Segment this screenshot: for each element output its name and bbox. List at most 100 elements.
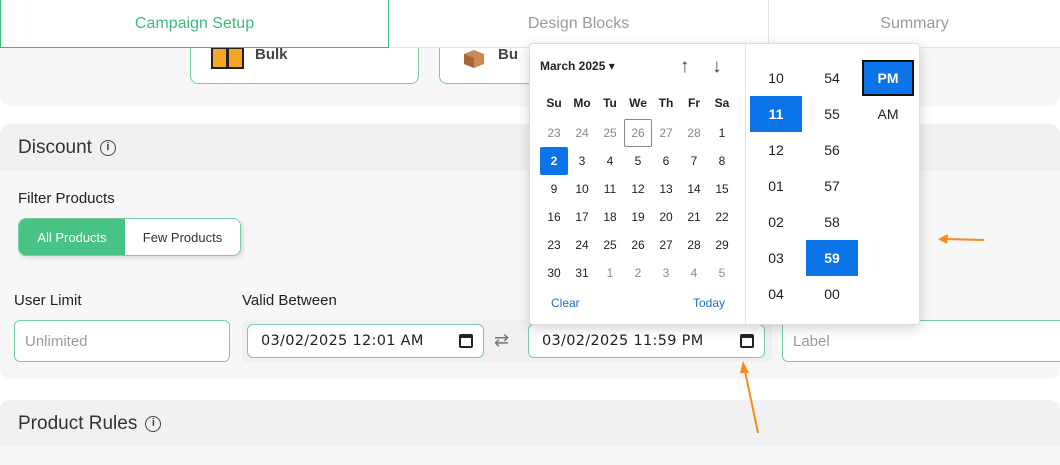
weekday-label: Su	[546, 96, 562, 110]
hour-option[interactable]: 03	[750, 240, 802, 276]
all-products-option[interactable]: All Products	[19, 219, 125, 255]
calendar-day[interactable]: 6	[652, 147, 680, 175]
calendar-day[interactable]: 24	[568, 119, 596, 147]
month-selector[interactable]: March 2025 ▾	[540, 59, 615, 73]
calendar-day[interactable]: 5	[708, 259, 736, 287]
calendar-day[interactable]: 2	[624, 259, 652, 287]
few-products-option[interactable]: Few Products	[125, 219, 240, 255]
calendar-day[interactable]: 1	[708, 119, 736, 147]
label-input[interactable]: Label	[782, 320, 1060, 362]
product-rules-header: Product Rules i	[0, 400, 1060, 447]
calendar-day[interactable]: 1	[596, 259, 624, 287]
arrow-up-icon[interactable]: ↑	[680, 56, 690, 78]
filter-products-toggle: All Products Few Products	[18, 218, 241, 256]
minute-option[interactable]: 54	[806, 60, 858, 96]
calendar-day[interactable]: 26	[624, 119, 652, 147]
user-limit-input[interactable]: Unlimited	[14, 320, 230, 362]
minute-option[interactable]: 57	[806, 168, 858, 204]
calendar-day[interactable]: 11	[596, 175, 624, 203]
package-icon	[464, 50, 484, 68]
calendar-icon[interactable]	[459, 334, 473, 348]
calendar-day[interactable]: 21	[680, 203, 708, 231]
ampm-option[interactable]: AM	[862, 96, 914, 132]
bulk-type-label: Bulk	[255, 46, 288, 63]
calendar-day[interactable]: 20	[652, 203, 680, 231]
calendar-day[interactable]: 26	[624, 231, 652, 259]
weekday-label: Sa	[714, 96, 730, 110]
calendar-day[interactable]: 12	[624, 175, 652, 203]
swap-arrows-icon: ⇄	[494, 330, 510, 350]
calendar-day[interactable]: 15	[708, 175, 736, 203]
product-rules-card: Product Rules i	[0, 400, 1060, 465]
calendar-day[interactable]: 25	[596, 119, 624, 147]
today-button[interactable]: Today	[693, 296, 725, 310]
calendar-day[interactable]: 28	[680, 231, 708, 259]
calendar-day[interactable]: 13	[652, 175, 680, 203]
minute-option[interactable]: 55	[806, 96, 858, 132]
info-icon[interactable]: i	[99, 139, 116, 156]
calendar-day[interactable]: 25	[596, 231, 624, 259]
hour-option[interactable]: 10	[750, 60, 802, 96]
end-datetime-input[interactable]: 03/02/2025 11:59 PM	[528, 324, 765, 358]
filter-products-label: Filter Products	[18, 190, 115, 207]
calendar-icon[interactable]	[740, 334, 754, 348]
hour-column: 10 11 12 01 02 03 04	[750, 60, 802, 312]
calendar-day[interactable]: 23	[540, 231, 568, 259]
calendar-day[interactable]: 7	[680, 147, 708, 175]
minute-option[interactable]: 56	[806, 132, 858, 168]
weekday-label: Mo	[573, 96, 591, 110]
minute-column: 54 55 56 57 58 59 00	[806, 60, 858, 312]
calendar-day[interactable]: 31	[568, 259, 596, 287]
calendar-day[interactable]: 5	[624, 147, 652, 175]
weekday-label: We	[629, 96, 647, 110]
datetime-picker-popup: March 2025 ▾ ↑ ↓ Su Mo Tu We Th Fr Sa 23 24 25 26…	[529, 43, 920, 325]
minute-option[interactable]: 00	[806, 276, 858, 312]
calendar-day[interactable]: 3	[652, 259, 680, 287]
product-rules-title: Product Rules	[18, 412, 138, 434]
start-datetime-value: 03/02/2025 12:01 AM	[261, 333, 424, 349]
start-datetime-input[interactable]: 03/02/2025 12:01 AM	[247, 324, 484, 358]
calendar-day[interactable]: 28	[680, 119, 708, 147]
hour-option[interactable]: 01	[750, 168, 802, 204]
tab-campaign-setup[interactable]: Campaign Setup	[0, 0, 389, 48]
ampm-column: PM AM	[862, 60, 914, 132]
calendar-day[interactable]: 24	[568, 231, 596, 259]
user-limit-label: User Limit	[14, 292, 82, 309]
calendar-day[interactable]: 14	[680, 175, 708, 203]
calendar-day[interactable]: 4	[596, 147, 624, 175]
box-type-button[interactable]: Bu	[439, 46, 539, 84]
calendar-day[interactable]: 19	[624, 203, 652, 231]
tab-summary[interactable]: Summary	[769, 0, 1060, 48]
calendar-day[interactable]: 22	[708, 203, 736, 231]
calendar-day[interactable]: 18	[596, 203, 624, 231]
arrow-down-icon[interactable]: ↓	[712, 56, 722, 78]
discount-title: Discount	[18, 136, 92, 158]
weekday-header: Su Mo Tu We Th Fr Sa	[540, 96, 740, 110]
calendar-day[interactable]: 30	[540, 259, 568, 287]
hour-option[interactable]: 12	[750, 132, 802, 168]
calendar-day[interactable]: 27	[652, 231, 680, 259]
calendar-day[interactable]: 27	[652, 119, 680, 147]
calendar-day[interactable]: 4	[680, 259, 708, 287]
ampm-option[interactable]: PM	[862, 60, 914, 96]
calendar-day[interactable]: 9	[540, 175, 568, 203]
calendar-day[interactable]: 10	[568, 175, 596, 203]
calendar-day[interactable]: 16	[540, 203, 568, 231]
tab-design-blocks[interactable]: Design Blocks	[389, 0, 769, 48]
weekday-label: Fr	[688, 96, 700, 110]
minute-option[interactable]: 58	[806, 204, 858, 240]
box-type-label: Bu	[498, 46, 518, 63]
hour-option[interactable]: 04	[750, 276, 802, 312]
calendar-day[interactable]: 23	[540, 119, 568, 147]
bulk-type-button[interactable]: Bulk	[190, 46, 419, 84]
minute-option[interactable]: 59	[806, 240, 858, 276]
clear-button[interactable]: Clear	[551, 296, 580, 310]
hour-option[interactable]: 11	[750, 96, 802, 132]
calendar-day[interactable]: 2	[540, 147, 568, 175]
calendar-day[interactable]: 3	[568, 147, 596, 175]
hour-option[interactable]: 02	[750, 204, 802, 240]
calendar-day[interactable]: 17	[568, 203, 596, 231]
info-icon[interactable]: i	[145, 415, 162, 432]
calendar-day[interactable]: 8	[708, 147, 736, 175]
calendar-day[interactable]: 29	[708, 231, 736, 259]
